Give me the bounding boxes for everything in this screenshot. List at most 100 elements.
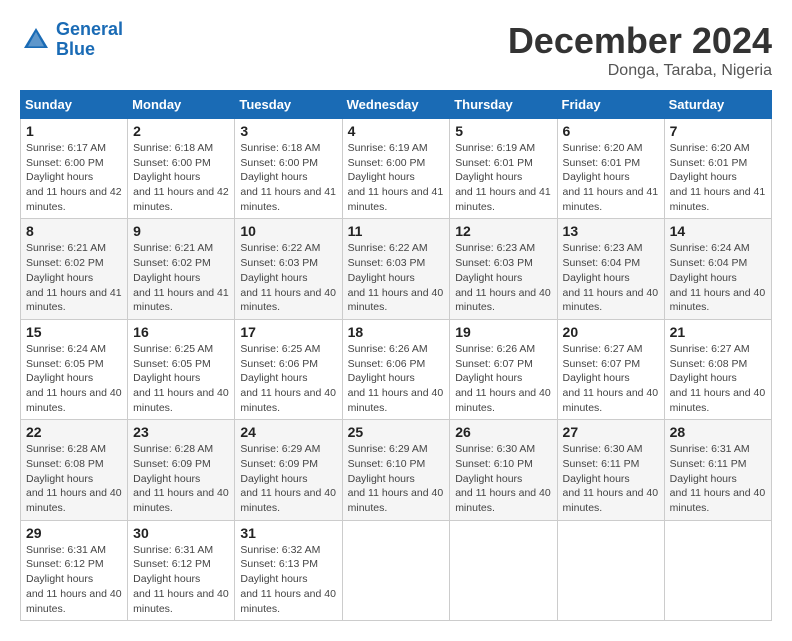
day-cell: 9 Sunrise: 6:21 AM Sunset: 6:02 PM Dayli… — [128, 219, 235, 319]
day-number: 20 — [563, 324, 659, 340]
day-info: Sunrise: 6:28 AM Sunset: 6:09 PM Dayligh… — [133, 442, 229, 515]
day-number: 30 — [133, 525, 229, 541]
day-info: Sunrise: 6:24 AM Sunset: 6:05 PM Dayligh… — [26, 342, 122, 415]
day-cell — [342, 520, 450, 620]
week-row-1: 1 Sunrise: 6:17 AM Sunset: 6:00 PM Dayli… — [21, 119, 772, 219]
day-cell: 1 Sunrise: 6:17 AM Sunset: 6:00 PM Dayli… — [21, 119, 128, 219]
day-cell: 3 Sunrise: 6:18 AM Sunset: 6:00 PM Dayli… — [235, 119, 342, 219]
logo-line1: General — [56, 19, 123, 39]
day-number: 10 — [240, 223, 336, 239]
day-cell: 17 Sunrise: 6:25 AM Sunset: 6:06 PM Dayl… — [235, 319, 342, 419]
day-number: 17 — [240, 324, 336, 340]
day-number: 11 — [348, 223, 445, 239]
day-info: Sunrise: 6:31 AM Sunset: 6:12 PM Dayligh… — [133, 543, 229, 616]
day-cell: 12 Sunrise: 6:23 AM Sunset: 6:03 PM Dayl… — [450, 219, 557, 319]
day-number: 29 — [26, 525, 122, 541]
day-info: Sunrise: 6:21 AM Sunset: 6:02 PM Dayligh… — [26, 241, 122, 314]
day-number: 27 — [563, 424, 659, 440]
day-info: Sunrise: 6:29 AM Sunset: 6:10 PM Dayligh… — [348, 442, 445, 515]
day-info: Sunrise: 6:27 AM Sunset: 6:07 PM Dayligh… — [563, 342, 659, 415]
day-info: Sunrise: 6:24 AM Sunset: 6:04 PM Dayligh… — [670, 241, 766, 314]
day-number: 8 — [26, 223, 122, 239]
day-info: Sunrise: 6:26 AM Sunset: 6:07 PM Dayligh… — [455, 342, 551, 415]
day-number: 3 — [240, 123, 336, 139]
day-number: 9 — [133, 223, 229, 239]
day-number: 18 — [348, 324, 445, 340]
header-wednesday: Wednesday — [342, 91, 450, 119]
header-tuesday: Tuesday — [235, 91, 342, 119]
day-info: Sunrise: 6:23 AM Sunset: 6:04 PM Dayligh… — [563, 241, 659, 314]
day-number: 31 — [240, 525, 336, 541]
day-number: 2 — [133, 123, 229, 139]
location: Donga, Taraba, Nigeria — [508, 62, 772, 80]
week-row-2: 8 Sunrise: 6:21 AM Sunset: 6:02 PM Dayli… — [21, 219, 772, 319]
day-cell: 30 Sunrise: 6:31 AM Sunset: 6:12 PM Dayl… — [128, 520, 235, 620]
day-cell: 6 Sunrise: 6:20 AM Sunset: 6:01 PM Dayli… — [557, 119, 664, 219]
day-number: 26 — [455, 424, 551, 440]
week-row-4: 22 Sunrise: 6:28 AM Sunset: 6:08 PM Dayl… — [21, 420, 772, 520]
day-info: Sunrise: 6:21 AM Sunset: 6:02 PM Dayligh… — [133, 241, 229, 314]
day-info: Sunrise: 6:25 AM Sunset: 6:06 PM Dayligh… — [240, 342, 336, 415]
day-cell: 10 Sunrise: 6:22 AM Sunset: 6:03 PM Dayl… — [235, 219, 342, 319]
day-number: 4 — [348, 123, 445, 139]
header-monday: Monday — [128, 91, 235, 119]
day-info: Sunrise: 6:19 AM Sunset: 6:00 PM Dayligh… — [348, 141, 445, 214]
day-cell: 23 Sunrise: 6:28 AM Sunset: 6:09 PM Dayl… — [128, 420, 235, 520]
day-cell: 18 Sunrise: 6:26 AM Sunset: 6:06 PM Dayl… — [342, 319, 450, 419]
day-number: 23 — [133, 424, 229, 440]
day-cell: 28 Sunrise: 6:31 AM Sunset: 6:11 PM Dayl… — [664, 420, 771, 520]
day-cell: 7 Sunrise: 6:20 AM Sunset: 6:01 PM Dayli… — [664, 119, 771, 219]
logo-icon — [20, 24, 52, 56]
day-info: Sunrise: 6:27 AM Sunset: 6:08 PM Dayligh… — [670, 342, 766, 415]
day-cell — [664, 520, 771, 620]
day-cell — [557, 520, 664, 620]
day-info: Sunrise: 6:30 AM Sunset: 6:11 PM Dayligh… — [563, 442, 659, 515]
day-info: Sunrise: 6:26 AM Sunset: 6:06 PM Dayligh… — [348, 342, 445, 415]
week-row-3: 15 Sunrise: 6:24 AM Sunset: 6:05 PM Dayl… — [21, 319, 772, 419]
day-number: 24 — [240, 424, 336, 440]
day-number: 21 — [670, 324, 766, 340]
day-info: Sunrise: 6:19 AM Sunset: 6:01 PM Dayligh… — [455, 141, 551, 214]
header-thursday: Thursday — [450, 91, 557, 119]
day-cell: 8 Sunrise: 6:21 AM Sunset: 6:02 PM Dayli… — [21, 219, 128, 319]
day-cell: 31 Sunrise: 6:32 AM Sunset: 6:13 PM Dayl… — [235, 520, 342, 620]
day-info: Sunrise: 6:17 AM Sunset: 6:00 PM Dayligh… — [26, 141, 122, 214]
day-cell: 14 Sunrise: 6:24 AM Sunset: 6:04 PM Dayl… — [664, 219, 771, 319]
day-cell: 19 Sunrise: 6:26 AM Sunset: 6:07 PM Dayl… — [450, 319, 557, 419]
day-cell: 13 Sunrise: 6:23 AM Sunset: 6:04 PM Dayl… — [557, 219, 664, 319]
day-cell: 5 Sunrise: 6:19 AM Sunset: 6:01 PM Dayli… — [450, 119, 557, 219]
day-cell: 26 Sunrise: 6:30 AM Sunset: 6:10 PM Dayl… — [450, 420, 557, 520]
day-number: 22 — [26, 424, 122, 440]
day-info: Sunrise: 6:23 AM Sunset: 6:03 PM Dayligh… — [455, 241, 551, 314]
header-saturday: Saturday — [664, 91, 771, 119]
logo-text: General Blue — [56, 20, 123, 60]
day-cell — [450, 520, 557, 620]
page-header: General Blue December 2024 Donga, Taraba… — [20, 20, 772, 80]
day-number: 15 — [26, 324, 122, 340]
day-number: 7 — [670, 123, 766, 139]
day-cell: 21 Sunrise: 6:27 AM Sunset: 6:08 PM Dayl… — [664, 319, 771, 419]
week-row-5: 29 Sunrise: 6:31 AM Sunset: 6:12 PM Dayl… — [21, 520, 772, 620]
day-number: 25 — [348, 424, 445, 440]
day-info: Sunrise: 6:20 AM Sunset: 6:01 PM Dayligh… — [670, 141, 766, 214]
logo-line2: Blue — [56, 39, 95, 59]
day-cell: 2 Sunrise: 6:18 AM Sunset: 6:00 PM Dayli… — [128, 119, 235, 219]
day-info: Sunrise: 6:32 AM Sunset: 6:13 PM Dayligh… — [240, 543, 336, 616]
day-info: Sunrise: 6:28 AM Sunset: 6:08 PM Dayligh… — [26, 442, 122, 515]
header-friday: Friday — [557, 91, 664, 119]
day-number: 12 — [455, 223, 551, 239]
calendar-table: SundayMondayTuesdayWednesdayThursdayFrid… — [20, 90, 772, 621]
day-number: 13 — [563, 223, 659, 239]
logo: General Blue — [20, 20, 123, 60]
day-info: Sunrise: 6:30 AM Sunset: 6:10 PM Dayligh… — [455, 442, 551, 515]
title-block: December 2024 Donga, Taraba, Nigeria — [508, 20, 772, 80]
day-cell: 27 Sunrise: 6:30 AM Sunset: 6:11 PM Dayl… — [557, 420, 664, 520]
day-number: 6 — [563, 123, 659, 139]
day-number: 14 — [670, 223, 766, 239]
month-title: December 2024 — [508, 20, 772, 62]
day-info: Sunrise: 6:31 AM Sunset: 6:12 PM Dayligh… — [26, 543, 122, 616]
day-info: Sunrise: 6:20 AM Sunset: 6:01 PM Dayligh… — [563, 141, 659, 214]
day-cell: 11 Sunrise: 6:22 AM Sunset: 6:03 PM Dayl… — [342, 219, 450, 319]
day-number: 5 — [455, 123, 551, 139]
day-info: Sunrise: 6:18 AM Sunset: 6:00 PM Dayligh… — [240, 141, 336, 214]
